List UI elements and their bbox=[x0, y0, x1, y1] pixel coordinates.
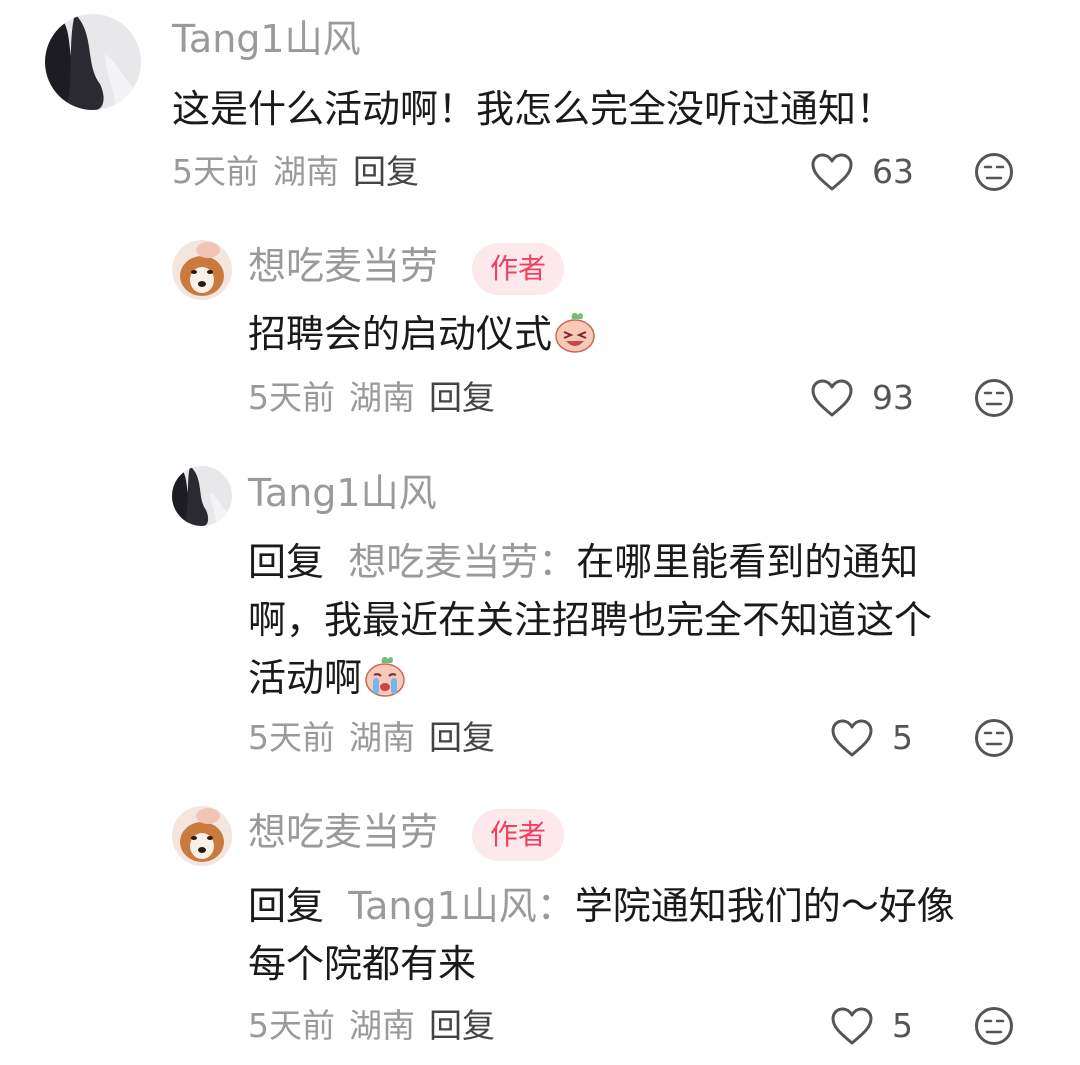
comment-location: 湖南 bbox=[349, 1006, 415, 1045]
reply-button[interactable]: 回复 bbox=[353, 152, 419, 191]
comment-text: 回复 Tang1山风：学院通知我们的～好像 每个院都有来 bbox=[248, 877, 1038, 993]
comment-time: 5天前 bbox=[248, 378, 335, 417]
meh-face-icon[interactable] bbox=[974, 1006, 1014, 1046]
comment-text-line: 学院通知我们的～好像 bbox=[574, 884, 955, 928]
username[interactable]: 想吃麦当劳 bbox=[248, 809, 438, 855]
comment-time: 5天前 bbox=[172, 152, 259, 191]
comment-text-line: 每个院都有来 bbox=[248, 942, 477, 986]
heart-outline-icon bbox=[811, 379, 853, 417]
reply-prefix: 回复 bbox=[248, 540, 325, 584]
comment-meta: 5天前 湖南 回复 bbox=[172, 152, 433, 192]
like-button[interactable]: 5 bbox=[830, 1006, 913, 1046]
comment-text: 这是什么活动啊！我怎么完全没听过通知！ bbox=[172, 87, 895, 131]
reply-button[interactable]: 回复 bbox=[429, 1006, 495, 1045]
username[interactable]: Tang1山风 bbox=[248, 470, 437, 516]
reply-target-username[interactable]: 想吃麦当劳： bbox=[348, 540, 576, 584]
heart-outline-icon bbox=[811, 153, 853, 191]
comment-text-line: 啊，我最近在关注招聘也完全不知道这个 bbox=[248, 598, 933, 642]
comment-text-line: 在哪里能看到的通知 bbox=[576, 540, 919, 584]
author-badge: 作者 bbox=[472, 243, 565, 295]
comment-text-line: 活动啊 bbox=[248, 656, 363, 700]
username[interactable]: 想吃麦当劳 bbox=[248, 243, 438, 289]
reply-prefix: 回复 bbox=[248, 884, 325, 928]
crying-emoji bbox=[365, 656, 405, 697]
comment-meta: 5天前 湖南 回复 bbox=[248, 718, 509, 758]
like-button[interactable]: 93 bbox=[810, 378, 914, 418]
meh-face-icon[interactable] bbox=[974, 152, 1014, 192]
comment-text-content: 招聘会的启动仪式 bbox=[248, 312, 553, 356]
like-count: 63 bbox=[872, 152, 914, 191]
reply-button[interactable]: 回复 bbox=[429, 378, 495, 417]
like-button[interactable]: 63 bbox=[810, 152, 914, 192]
comment-location: 湖南 bbox=[349, 718, 415, 757]
user-avatar[interactable] bbox=[172, 240, 232, 300]
comment-time: 5天前 bbox=[248, 1006, 335, 1045]
like-count: 5 bbox=[892, 718, 913, 757]
heart-outline-icon bbox=[831, 1007, 873, 1045]
username[interactable]: Tang1山风 bbox=[172, 16, 361, 62]
avatar-image bbox=[45, 14, 141, 110]
reply-button[interactable]: 回复 bbox=[429, 718, 495, 757]
comment-time: 5天前 bbox=[248, 718, 335, 757]
reply-target-username[interactable]: Tang1山风： bbox=[348, 884, 575, 928]
author-badge: 作者 bbox=[472, 809, 565, 861]
meh-face-icon[interactable] bbox=[974, 378, 1014, 418]
laughing-emoji bbox=[555, 312, 595, 353]
comment-location: 湖南 bbox=[273, 152, 339, 191]
comment-location: 湖南 bbox=[349, 378, 415, 417]
comment-text: 回复 想吃麦当劳：在哪里能看到的通知 啊，我最近在关注招聘也完全不知道这个 活动… bbox=[248, 533, 1038, 707]
comment-meta: 5天前 湖南 回复 bbox=[248, 378, 509, 418]
avatar-image bbox=[172, 240, 232, 300]
user-avatar[interactable] bbox=[172, 466, 232, 526]
like-count: 5 bbox=[892, 1006, 913, 1045]
heart-outline-icon bbox=[831, 719, 873, 757]
comment-meta: 5天前 湖南 回复 bbox=[248, 1006, 509, 1046]
meh-face-icon[interactable] bbox=[974, 718, 1014, 758]
avatar-image bbox=[172, 806, 232, 866]
like-count: 93 bbox=[872, 378, 914, 417]
user-avatar[interactable] bbox=[45, 14, 141, 110]
avatar-image bbox=[172, 466, 232, 526]
like-button[interactable]: 5 bbox=[830, 718, 913, 758]
user-avatar[interactable] bbox=[172, 806, 232, 866]
comment-text: 招聘会的启动仪式 bbox=[248, 305, 598, 363]
